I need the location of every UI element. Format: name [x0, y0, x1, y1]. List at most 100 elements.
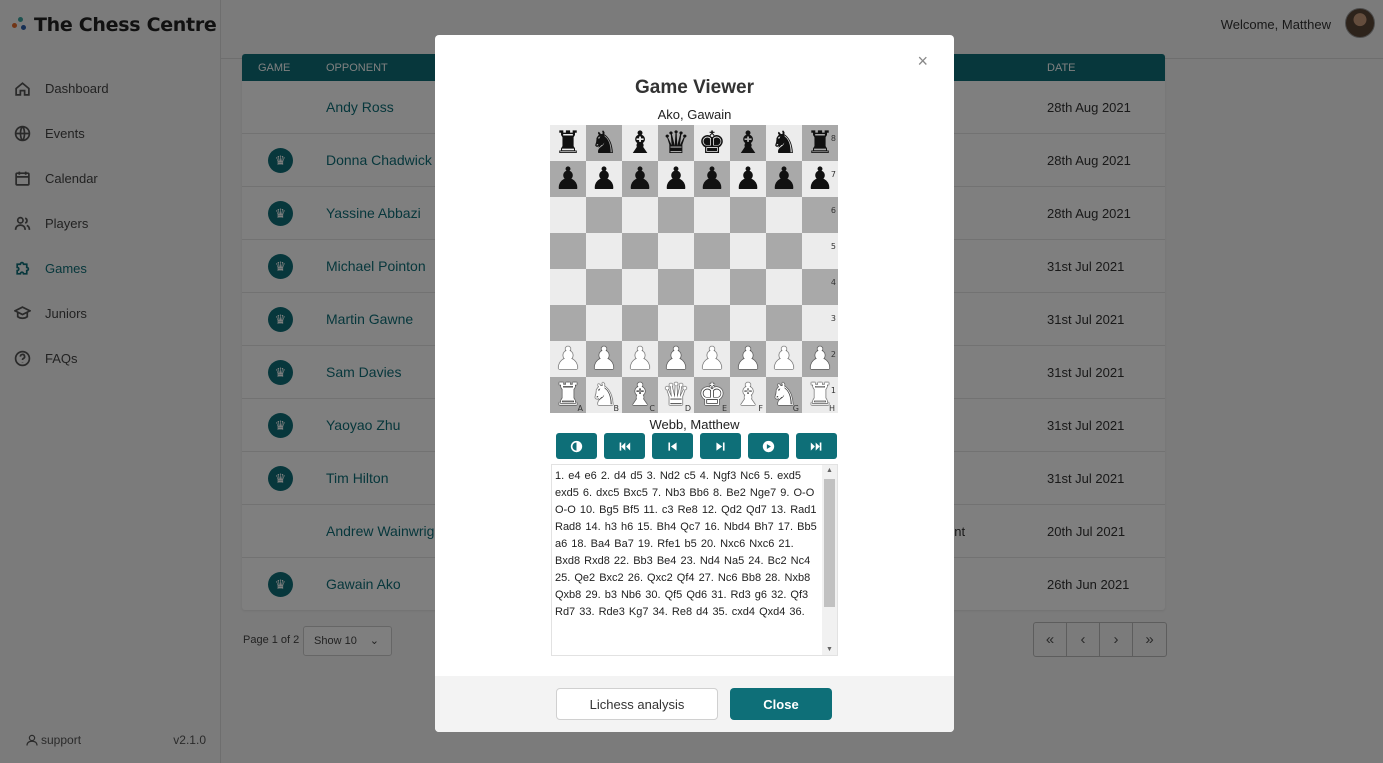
board-square[interactable]	[622, 305, 658, 341]
black-pawn-icon[interactable]: ♟	[698, 163, 726, 195]
board-square[interactable]: ♜ 8	[802, 125, 838, 161]
board-square[interactable]: ♟	[586, 341, 622, 377]
board-square[interactable]	[730, 197, 766, 233]
board-square[interactable]: ♞ B	[586, 377, 622, 413]
flip-board-button[interactable]	[556, 433, 597, 459]
board-square[interactable]: ♟	[622, 161, 658, 197]
white-pawn-icon[interactable]: ♟	[698, 343, 726, 375]
first-move-button[interactable]	[604, 433, 645, 459]
board-square[interactable]: ♟	[586, 161, 622, 197]
last-move-button[interactable]	[796, 433, 837, 459]
board-square[interactable]	[766, 269, 802, 305]
board-square[interactable]	[550, 197, 586, 233]
black-pawn-icon[interactable]: ♟	[590, 163, 618, 195]
black-pawn-icon[interactable]: ♟	[734, 163, 762, 195]
board-square[interactable]: ♝	[730, 125, 766, 161]
board-square[interactable]: ♟	[658, 341, 694, 377]
board-square[interactable]: 3	[802, 305, 838, 341]
board-square[interactable]: ♟	[730, 161, 766, 197]
board-square[interactable]: ♚ E	[694, 377, 730, 413]
white-pawn-icon[interactable]: ♟	[770, 343, 798, 375]
black-knight-icon[interactable]: ♞	[770, 127, 798, 159]
board-square[interactable]: ♟	[730, 341, 766, 377]
board-square[interactable]	[658, 233, 694, 269]
board-square[interactable]	[658, 269, 694, 305]
black-king-icon[interactable]: ♚	[698, 127, 726, 159]
black-pawn-icon[interactable]: ♟	[626, 163, 654, 195]
board-square[interactable]	[694, 269, 730, 305]
board-square[interactable]	[658, 305, 694, 341]
board-square[interactable]	[694, 233, 730, 269]
board-square[interactable]: ♜	[550, 125, 586, 161]
board-square[interactable]: ♚	[694, 125, 730, 161]
board-square[interactable]: ♜ A	[550, 377, 586, 413]
board-square[interactable]: ♝ C	[622, 377, 658, 413]
board-square[interactable]	[730, 305, 766, 341]
white-pawn-icon[interactable]: ♟	[734, 343, 762, 375]
board-square[interactable]	[730, 233, 766, 269]
board-square[interactable]	[550, 305, 586, 341]
board-square[interactable]: 4	[802, 269, 838, 305]
board-square[interactable]: ♛ D	[658, 377, 694, 413]
scroll-down-icon[interactable]: ▼	[826, 646, 833, 653]
board-square[interactable]: ♟	[622, 341, 658, 377]
board-square[interactable]: ♟	[550, 161, 586, 197]
board-square[interactable]: ♞	[766, 125, 802, 161]
white-pawn-icon[interactable]: ♟	[590, 343, 618, 375]
black-queen-icon[interactable]: ♛	[662, 127, 690, 159]
board-square[interactable]: ♝	[622, 125, 658, 161]
play-button[interactable]	[748, 433, 789, 459]
board-square[interactable]	[586, 305, 622, 341]
board-square[interactable]: 6	[802, 197, 838, 233]
black-pawn-icon[interactable]: ♟	[662, 163, 690, 195]
board-square[interactable]	[622, 269, 658, 305]
move-list-scrollbar[interactable]: ▲ ▼	[822, 465, 837, 655]
board-square[interactable]: 5	[802, 233, 838, 269]
white-pawn-icon[interactable]: ♟	[806, 343, 834, 375]
board-square[interactable]	[622, 197, 658, 233]
black-pawn-icon[interactable]: ♟	[554, 163, 582, 195]
close-icon[interactable]: ×	[917, 51, 928, 72]
scroll-thumb[interactable]	[824, 479, 835, 607]
black-knight-icon[interactable]: ♞	[590, 127, 618, 159]
black-pawn-icon[interactable]: ♟	[770, 163, 798, 195]
chess-board[interactable]: ♜ ♞ ♝ ♛ ♚ ♝ ♞ ♜ 8 ♟ ♟ ♟ ♟ ♟ ♟ ♟ ♟ 7 6 5 4 3 ♟ ♟ ♟ ♟ ♟ ♟ ♟ ♟ 2 ♜ A ♞ B ♝ C ♛ D ♚…	[550, 125, 838, 413]
next-move-button[interactable]	[700, 433, 741, 459]
board-square[interactable]: ♟	[694, 161, 730, 197]
board-square[interactable]	[658, 197, 694, 233]
board-square[interactable]: ♞	[586, 125, 622, 161]
white-pawn-icon[interactable]: ♟	[554, 343, 582, 375]
board-square[interactable]: ♟ 7	[802, 161, 838, 197]
board-square[interactable]	[766, 305, 802, 341]
board-square[interactable]: ♟	[658, 161, 694, 197]
board-square[interactable]	[622, 233, 658, 269]
board-square[interactable]: ♟	[694, 341, 730, 377]
board-square[interactable]	[550, 233, 586, 269]
board-square[interactable]: ♝ F	[730, 377, 766, 413]
board-square[interactable]	[586, 197, 622, 233]
board-square[interactable]: ♟	[766, 341, 802, 377]
black-rook-icon[interactable]: ♜	[806, 127, 834, 159]
white-pawn-icon[interactable]: ♟	[626, 343, 654, 375]
close-button[interactable]: Close	[730, 688, 832, 720]
board-square[interactable]: ♛	[658, 125, 694, 161]
board-square[interactable]	[766, 233, 802, 269]
black-bishop-icon[interactable]: ♝	[734, 127, 762, 159]
board-square[interactable]	[730, 269, 766, 305]
board-square[interactable]: ♞ G	[766, 377, 802, 413]
board-square[interactable]: ♟ 2	[802, 341, 838, 377]
scroll-up-icon[interactable]: ▲	[826, 467, 833, 474]
black-bishop-icon[interactable]: ♝	[626, 127, 654, 159]
board-square[interactable]: ♜ 1 H	[802, 377, 838, 413]
board-square[interactable]	[766, 197, 802, 233]
lichess-analysis-button[interactable]: Lichess analysis	[556, 688, 718, 720]
white-pawn-icon[interactable]: ♟	[662, 343, 690, 375]
board-square[interactable]	[586, 233, 622, 269]
black-pawn-icon[interactable]: ♟	[806, 163, 834, 195]
board-square[interactable]: ♟	[550, 341, 586, 377]
black-rook-icon[interactable]: ♜	[554, 127, 582, 159]
board-square[interactable]	[550, 269, 586, 305]
move-list[interactable]: 1. e4 e6 2. d4 d5 3. Nd2 c5 4. Ngf3 Nc6 …	[551, 464, 838, 656]
board-square[interactable]	[694, 197, 730, 233]
prev-move-button[interactable]	[652, 433, 693, 459]
